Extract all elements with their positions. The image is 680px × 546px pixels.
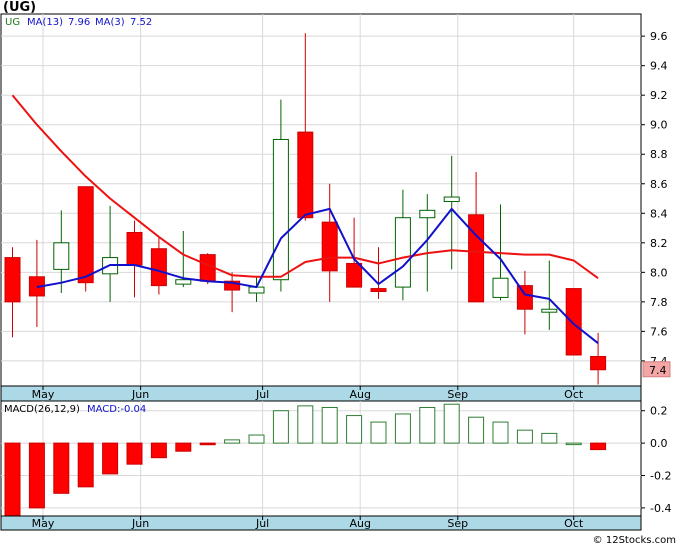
candle-body xyxy=(541,308,558,313)
macd-bar xyxy=(443,403,460,444)
candle-body xyxy=(492,277,509,298)
candle-body xyxy=(126,231,143,266)
candle-body xyxy=(565,288,582,356)
watermark: © 12Stocks.com xyxy=(593,535,676,546)
candle-body xyxy=(77,186,94,284)
price-y-tick-label: 9.6 xyxy=(650,30,668,43)
price-x-axis-band xyxy=(0,385,642,402)
candle-body xyxy=(272,138,289,281)
price-x-tick-label: Jun xyxy=(131,388,149,401)
macd-bar xyxy=(53,442,70,494)
macd-bar xyxy=(492,421,509,444)
macd-bar xyxy=(77,442,94,488)
macd-x-tick-label: Oct xyxy=(564,517,584,530)
macd-bar xyxy=(516,429,533,444)
legend-ma3-value: 7.52 xyxy=(130,17,152,28)
price-y-tick-label: 9.4 xyxy=(650,60,668,73)
macd-bar xyxy=(126,442,143,465)
candle-body xyxy=(394,217,411,288)
macd-bar xyxy=(199,442,216,446)
macd-bar xyxy=(175,442,192,452)
price-y-tick-label: 9.0 xyxy=(650,119,668,132)
macd-x-tick-label: Jul xyxy=(255,517,269,530)
legend-ma13-value: 7.96 xyxy=(68,17,90,28)
macd-y-tick-label: -0.4 xyxy=(650,502,671,515)
macd-bar xyxy=(272,410,289,444)
candle-body xyxy=(370,288,387,293)
macd-legend-value: MACD:-0.04 xyxy=(87,404,146,415)
price-x-tick-label: Aug xyxy=(349,388,370,401)
price-y-tick-label: 7.6 xyxy=(650,325,668,338)
price-x-tick-label: May xyxy=(32,388,55,401)
macd-x-tick-label: Aug xyxy=(349,517,370,530)
legend-symbol: UG xyxy=(5,17,20,28)
macd-y-tick-label: 0.0 xyxy=(650,437,668,450)
macd-bar xyxy=(297,405,314,444)
macd-bar xyxy=(346,415,363,444)
candle-body xyxy=(468,214,485,303)
price-x-tick-label: Jul xyxy=(255,388,269,401)
price-plot-area xyxy=(0,13,642,387)
price-y-tick-label: 8.8 xyxy=(650,148,668,161)
macd-x-tick-label: Jun xyxy=(131,517,149,530)
macd-bar xyxy=(419,406,436,444)
price-panel: 7.4 7.6 7.8 8.0 8.2 8.4 8.6 8.8 9.0 9.2 9.4 9.6 UG MA… xyxy=(0,13,671,402)
price-y-tick-label: 9.2 xyxy=(650,89,668,102)
price-y-tick-label: 8.6 xyxy=(650,178,668,191)
macd-bar xyxy=(541,432,558,444)
macd-bar xyxy=(28,442,45,509)
candle-body xyxy=(297,131,314,219)
macd-bar xyxy=(102,442,119,475)
macd-x-axis-band xyxy=(0,515,642,531)
legend-ma3-label: MA(3) xyxy=(95,17,125,28)
candle-body xyxy=(150,248,167,287)
price-x-tick-label: Oct xyxy=(564,388,584,401)
candle-body xyxy=(443,196,460,202)
macd-bar xyxy=(4,442,21,517)
price-y-tick-label: 8.4 xyxy=(650,207,668,220)
macd-bar xyxy=(468,416,485,444)
candle-body xyxy=(53,242,70,270)
candle-body xyxy=(175,279,192,285)
price-y-tick-label: 7.8 xyxy=(650,296,668,309)
macd-x-tick-label: Sep xyxy=(447,517,468,530)
macd-bar xyxy=(565,442,582,446)
macd-bar xyxy=(224,439,241,444)
macd-x-tick-label: May xyxy=(32,517,55,530)
last-price-label: 7.4 xyxy=(649,364,667,377)
macd-y-tick-label: 0.2 xyxy=(650,405,668,418)
macd-bar xyxy=(590,442,607,451)
stock-chart: (UG) 7.4 7.6 7.8 8.0 8.2 8.4 8.6 8.8 9.0 9.2 9.4 9.… xyxy=(0,0,676,546)
macd-bar xyxy=(321,406,338,444)
candle-body xyxy=(590,355,607,371)
macd-bar xyxy=(394,413,411,444)
price-y-tick-label: 8.2 xyxy=(650,237,668,250)
candle-body xyxy=(419,209,436,219)
macd-panel: -0.4 -0.2 0.0 0.2 MACD(26,12,9) MACD:-0.04 May… xyxy=(0,400,671,531)
macd-y-tick-label: -0.2 xyxy=(650,470,671,483)
candle-body xyxy=(321,221,338,272)
macd-legend-label: MACD(26,12,9) xyxy=(4,404,80,415)
macd-bar xyxy=(150,442,167,459)
macd-bar xyxy=(370,421,387,444)
macd-bar xyxy=(248,434,265,444)
chart-title: (UG) xyxy=(3,0,36,15)
price-x-tick-label: Sep xyxy=(447,388,468,401)
macd-plot-area xyxy=(0,400,642,517)
candle-body xyxy=(516,285,533,310)
legend-ma13-label: MA(13) xyxy=(27,17,63,28)
candle-body xyxy=(346,262,363,288)
price-y-tick-label: 8.0 xyxy=(650,266,668,279)
candle-body xyxy=(4,257,21,303)
